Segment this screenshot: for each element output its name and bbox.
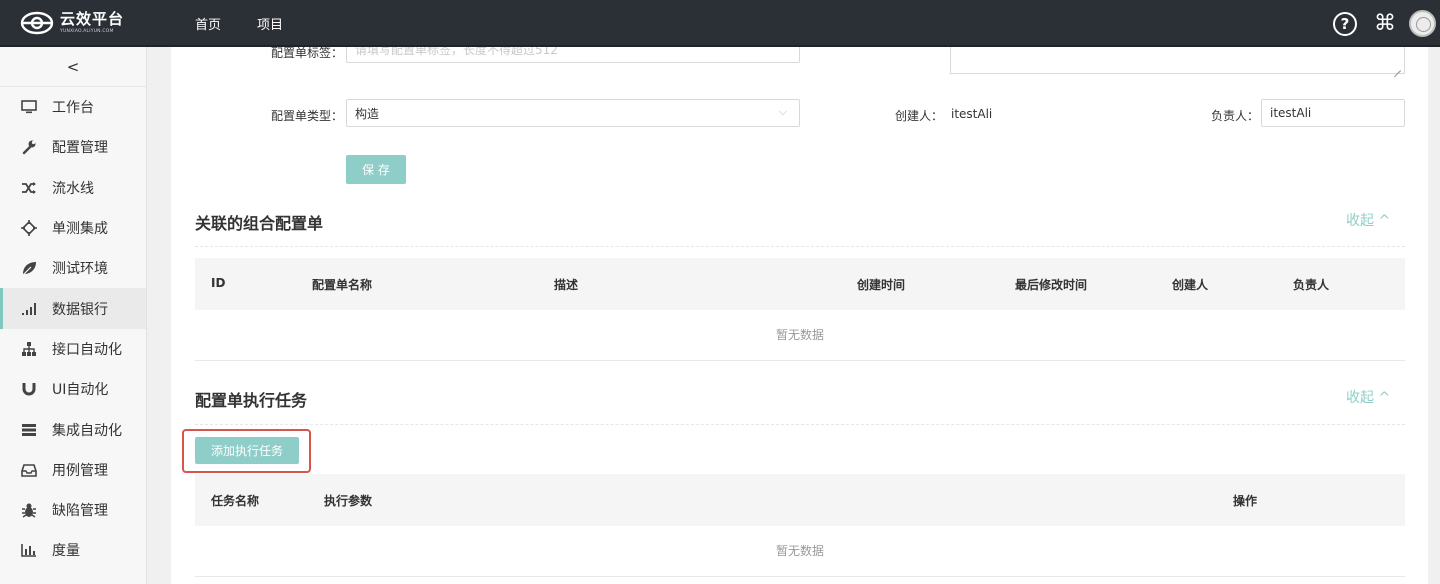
top-bar: 云效平台 YUNXIAO.ALIYUN.COM 首页 项目 ? ⌘ bbox=[0, 0, 1440, 47]
column-header-modified-time: 最后修改时间 bbox=[1015, 278, 1088, 292]
sidebar-item-ui-automation[interactable]: UI自动化 bbox=[0, 369, 146, 409]
add-task-button[interactable]: 添加执行任务 bbox=[195, 437, 299, 464]
column-header-description: 描述 bbox=[554, 278, 579, 292]
signal-bars-icon bbox=[20, 300, 38, 318]
sidebar-item-label: 数据银行 bbox=[52, 301, 108, 318]
sidebar-item-unit-test[interactable]: 单测集成 bbox=[0, 208, 146, 248]
nav-home[interactable]: 首页 bbox=[195, 14, 221, 33]
sidebar-item-label: 集成自动化 bbox=[52, 422, 122, 439]
column-header-params: 执行参数 bbox=[324, 494, 373, 508]
sidebar-item-label: 接口自动化 bbox=[52, 341, 122, 358]
crosshair-icon bbox=[20, 219, 38, 237]
column-header-created-time: 创建时间 bbox=[857, 278, 906, 292]
tag-input-placeholder: 请填写配置单标签，长度不得超过512 bbox=[355, 47, 558, 57]
shuffle-icon bbox=[20, 179, 38, 197]
sidebar-item-label: 度量 bbox=[52, 543, 80, 560]
column-header-name: 配置单名称 bbox=[312, 278, 373, 292]
tag-label: 配置单标签： bbox=[270, 47, 343, 60]
divider bbox=[195, 424, 1405, 425]
save-button[interactable]: 保 存 bbox=[346, 155, 406, 184]
description-textarea[interactable] bbox=[950, 47, 1405, 74]
type-select-value: 构造 bbox=[355, 106, 380, 121]
related-empty-row: 暂无数据 bbox=[195, 309, 1405, 361]
sidebar: < 工作台 配置管理 流水线 单测集成 测试环境 数据银行 接口自动化 UI自动… bbox=[0, 47, 147, 584]
logo-mark-icon bbox=[20, 11, 54, 35]
sidebar-item-label: 用例管理 bbox=[52, 462, 108, 479]
creator-value: itestAli bbox=[951, 107, 993, 121]
monitor-icon bbox=[20, 98, 38, 116]
column-header-id: ID bbox=[211, 276, 226, 290]
sidebar-item-pipeline[interactable]: 流水线 bbox=[0, 168, 146, 208]
sidebar-item-defect-management[interactable]: 缺陷管理 bbox=[0, 490, 146, 530]
main-content: 配置单标签： 请填写配置单标签，长度不得超过512 配置单类型： 构造 ⌵ 创建… bbox=[171, 47, 1428, 584]
sidebar-item-data-bank[interactable]: 数据银行 bbox=[0, 288, 146, 330]
resize-handle-icon[interactable] bbox=[1393, 63, 1401, 71]
sidebar-item-workbench[interactable]: 工作台 bbox=[0, 87, 146, 127]
avatar[interactable] bbox=[1409, 10, 1436, 37]
magnet-icon bbox=[20, 380, 38, 398]
top-nav: 首页 项目 bbox=[195, 0, 319, 47]
bug-icon bbox=[20, 501, 38, 519]
top-right-tools: ? ⌘ bbox=[1333, 10, 1436, 37]
column-header-owner: 负责人 bbox=[1293, 278, 1330, 292]
chevron-down-icon: ⌵ bbox=[778, 105, 787, 118]
type-select[interactable]: 构造 ⌵ bbox=[346, 99, 800, 127]
owner-input-value: itestAli bbox=[1270, 106, 1312, 120]
creator-label: 创建人： bbox=[894, 109, 943, 123]
divider bbox=[195, 246, 1405, 247]
sidebar-item-label: 单测集成 bbox=[52, 221, 108, 238]
bar-chart-icon bbox=[20, 541, 38, 559]
leaf-icon bbox=[20, 259, 38, 277]
sitemap-icon bbox=[20, 340, 38, 358]
owner-label: 负责人： bbox=[1210, 109, 1259, 123]
sidebar-item-test-env[interactable]: 测试环境 bbox=[0, 248, 146, 288]
column-header-creator: 创建人 bbox=[1172, 278, 1209, 292]
sidebar-item-label: 测试环境 bbox=[52, 261, 108, 278]
related-table-header: ID 配置单名称 描述 创建时间 最后修改时间 创建人 负责人 bbox=[195, 258, 1405, 310]
sidebar-item-label: 配置管理 bbox=[52, 140, 108, 157]
sidebar-item-metrics[interactable]: 度量 bbox=[0, 530, 146, 570]
wrench-icon bbox=[20, 138, 38, 156]
related-collapse-link[interactable]: 收起 ^ bbox=[1346, 210, 1390, 230]
help-icon[interactable]: ? bbox=[1333, 11, 1357, 36]
sidebar-item-api-automation[interactable]: 接口自动化 bbox=[0, 329, 146, 369]
nav-projects[interactable]: 项目 bbox=[257, 14, 283, 33]
task-table-header: 任务名称 执行参数 操作 bbox=[195, 474, 1405, 526]
sidebar-item-case-management[interactable]: 用例管理 bbox=[0, 450, 146, 490]
sidebar-item-label: 流水线 bbox=[52, 180, 94, 197]
logo-subtext: YUNXIAO.ALIYUN.COM bbox=[60, 28, 114, 34]
type-label: 配置单类型： bbox=[270, 109, 343, 123]
sidebar-item-integration-automation[interactable]: 集成自动化 bbox=[0, 409, 146, 449]
sidebar-collapse-button[interactable]: < bbox=[0, 47, 146, 87]
sidebar-item-label: UI自动化 bbox=[52, 382, 109, 399]
related-section-title: 关联的组合配置单 bbox=[195, 214, 324, 233]
logo[interactable]: 云效平台 YUNXIAO.ALIYUN.COM bbox=[20, 8, 124, 38]
logo-text: 云效平台 bbox=[60, 9, 125, 28]
task-section-title: 配置单执行任务 bbox=[195, 391, 308, 410]
inbox-icon bbox=[20, 461, 38, 479]
column-header-task-name: 任务名称 bbox=[211, 494, 260, 508]
column-header-actions: 操作 bbox=[1233, 494, 1258, 508]
sidebar-item-label: 缺陷管理 bbox=[52, 503, 108, 520]
server-icon bbox=[20, 421, 38, 439]
sidebar-item-label: 工作台 bbox=[52, 100, 94, 117]
task-empty-row: 暂无数据 bbox=[195, 525, 1405, 577]
owner-input[interactable]: itestAli bbox=[1261, 99, 1405, 127]
tag-input[interactable]: 请填写配置单标签，长度不得超过512 bbox=[346, 47, 800, 63]
command-icon[interactable]: ⌘ bbox=[1374, 12, 1396, 35]
task-collapse-link[interactable]: 收起 ^ bbox=[1346, 387, 1390, 407]
sidebar-item-config[interactable]: 配置管理 bbox=[0, 127, 146, 167]
